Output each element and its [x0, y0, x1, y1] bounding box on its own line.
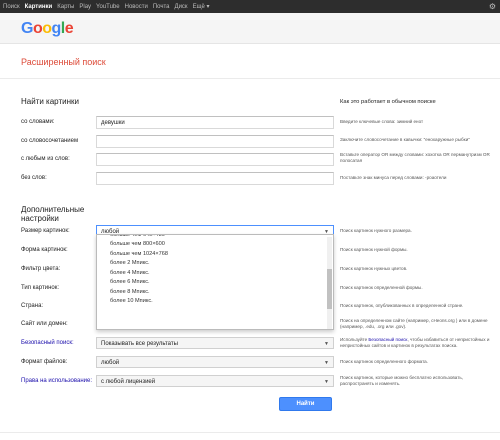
page-header: Google	[0, 13, 500, 44]
all-words-hint: Введите ключевые слова: зимний енот	[340, 119, 424, 124]
safesearch-hint: Используйте Безопасный поиск, чтобы изба…	[340, 337, 490, 348]
triangle-down-icon: ▼	[324, 379, 329, 385]
none-words-input[interactable]	[96, 172, 334, 185]
safesearch-select[interactable]: Показывать все результаты ▼	[96, 337, 334, 349]
filetype-select-value: любой	[101, 360, 120, 366]
dropdown-scrollbar[interactable]	[327, 237, 332, 329]
safesearch-label[interactable]: Безопасный поиск:	[21, 340, 74, 346]
exact-phrase-hint: Заключите словосочетание в кавычки: "ено…	[340, 137, 470, 142]
size-option[interactable]: более 6 Мпикс.	[97, 278, 333, 288]
nav-item-play[interactable]: Play	[79, 4, 91, 10]
type-hint: Поиск картинок определенной формы.	[340, 285, 423, 290]
extra-section-title: Дополнительные настройки	[21, 205, 85, 223]
scrollbar-thumb[interactable]	[327, 269, 332, 309]
size-dropdown-list[interactable]: больше чем 640×480 больше чем 800×600 бо…	[96, 234, 334, 330]
size-option[interactable]: более 8 Мпикс.	[97, 288, 333, 298]
none-words-label: без слов:	[21, 175, 47, 181]
size-hint: Поиск картинок нужного размера.	[340, 228, 412, 233]
usage-rights-hint: Поиск картинок, которые можно бесплатно …	[340, 375, 463, 386]
country-hint: Поиск картинок, опубликованных в определ…	[340, 303, 464, 308]
gear-icon[interactable]: ⚙	[489, 2, 496, 11]
nav-item-maps[interactable]: Карты	[57, 4, 74, 10]
none-words-hint: Поставьте знак минуса перед словами: -ро…	[340, 175, 447, 180]
size-label: Размер картинок:	[21, 228, 70, 234]
nav-item-news[interactable]: Новости	[125, 4, 148, 10]
site-label: Сайт или домен:	[21, 321, 68, 327]
type-label: Тип картинок:	[21, 285, 60, 291]
country-label: Страна:	[21, 303, 44, 309]
nav-item-youtube[interactable]: YouTube	[96, 4, 120, 10]
size-option[interactable]: больше чем 800×600	[97, 240, 333, 250]
how-it-works-title: Как это работает в обычном поиске	[340, 99, 436, 105]
safesearch-link[interactable]: Безопасный поиск	[368, 337, 407, 342]
size-option[interactable]: более 4 Мпикс.	[97, 269, 333, 279]
color-label: Фильтр цвета:	[21, 266, 61, 272]
filetype-select[interactable]: любой ▼	[96, 356, 334, 368]
all-words-label: со словами:	[21, 119, 55, 125]
nav-item-search[interactable]: Поиск	[3, 4, 20, 10]
color-hint: Поиск картинок нужных цветов.	[340, 266, 408, 271]
size-option[interactable]: более 2 Мпикс.	[97, 259, 333, 269]
all-words-input[interactable]: девушки	[96, 116, 334, 129]
google-logo[interactable]: Google	[21, 20, 74, 38]
exact-phrase-input[interactable]	[96, 135, 334, 148]
nav-item-more[interactable]: Ещё ▾	[193, 3, 210, 10]
usage-rights-select-value: с любой лицензией	[101, 379, 156, 385]
page-title: Расширенный поиск	[21, 57, 106, 67]
shape-label: Форма картинок:	[21, 247, 68, 253]
nav-item-drive[interactable]: Диск	[175, 4, 188, 10]
usage-rights-select[interactable]: с любой лицензией ▼	[96, 375, 334, 387]
size-option[interactable]: более 10 Мпикс.	[97, 297, 333, 307]
find-section-title: Найти картинки	[21, 97, 79, 106]
divider	[0, 78, 500, 79]
triangle-down-icon: ▼	[324, 360, 329, 366]
nav-item-mail[interactable]: Почта	[153, 4, 170, 10]
filetype-label: Формат файлов:	[21, 359, 68, 365]
size-option[interactable]: больше чем 1024×768	[97, 250, 333, 260]
top-nav-bar: Поиск Картинки Карты Play YouTube Новост…	[0, 0, 500, 13]
any-words-hint: Вставьте оператор OR между словами: хохо…	[340, 152, 490, 163]
safesearch-select-value: Показывать все результаты	[101, 341, 178, 347]
filetype-hint: Поиск картинок определенного формата.	[340, 359, 428, 364]
search-submit-button[interactable]: Найти	[279, 397, 332, 411]
site-hint: Поиск на определенном сайте (например, c…	[340, 318, 488, 329]
any-words-input[interactable]	[96, 153, 334, 166]
triangle-down-icon: ▼	[324, 341, 329, 347]
nav-item-images[interactable]: Картинки	[25, 4, 53, 10]
usage-rights-label[interactable]: Права на использование:	[21, 378, 92, 384]
shape-hint: Поиск картинок нужной формы.	[340, 247, 408, 252]
exact-phrase-label: со словосочетанием	[21, 138, 79, 144]
footer	[0, 432, 500, 440]
any-words-label: с любым из слов:	[21, 156, 70, 162]
